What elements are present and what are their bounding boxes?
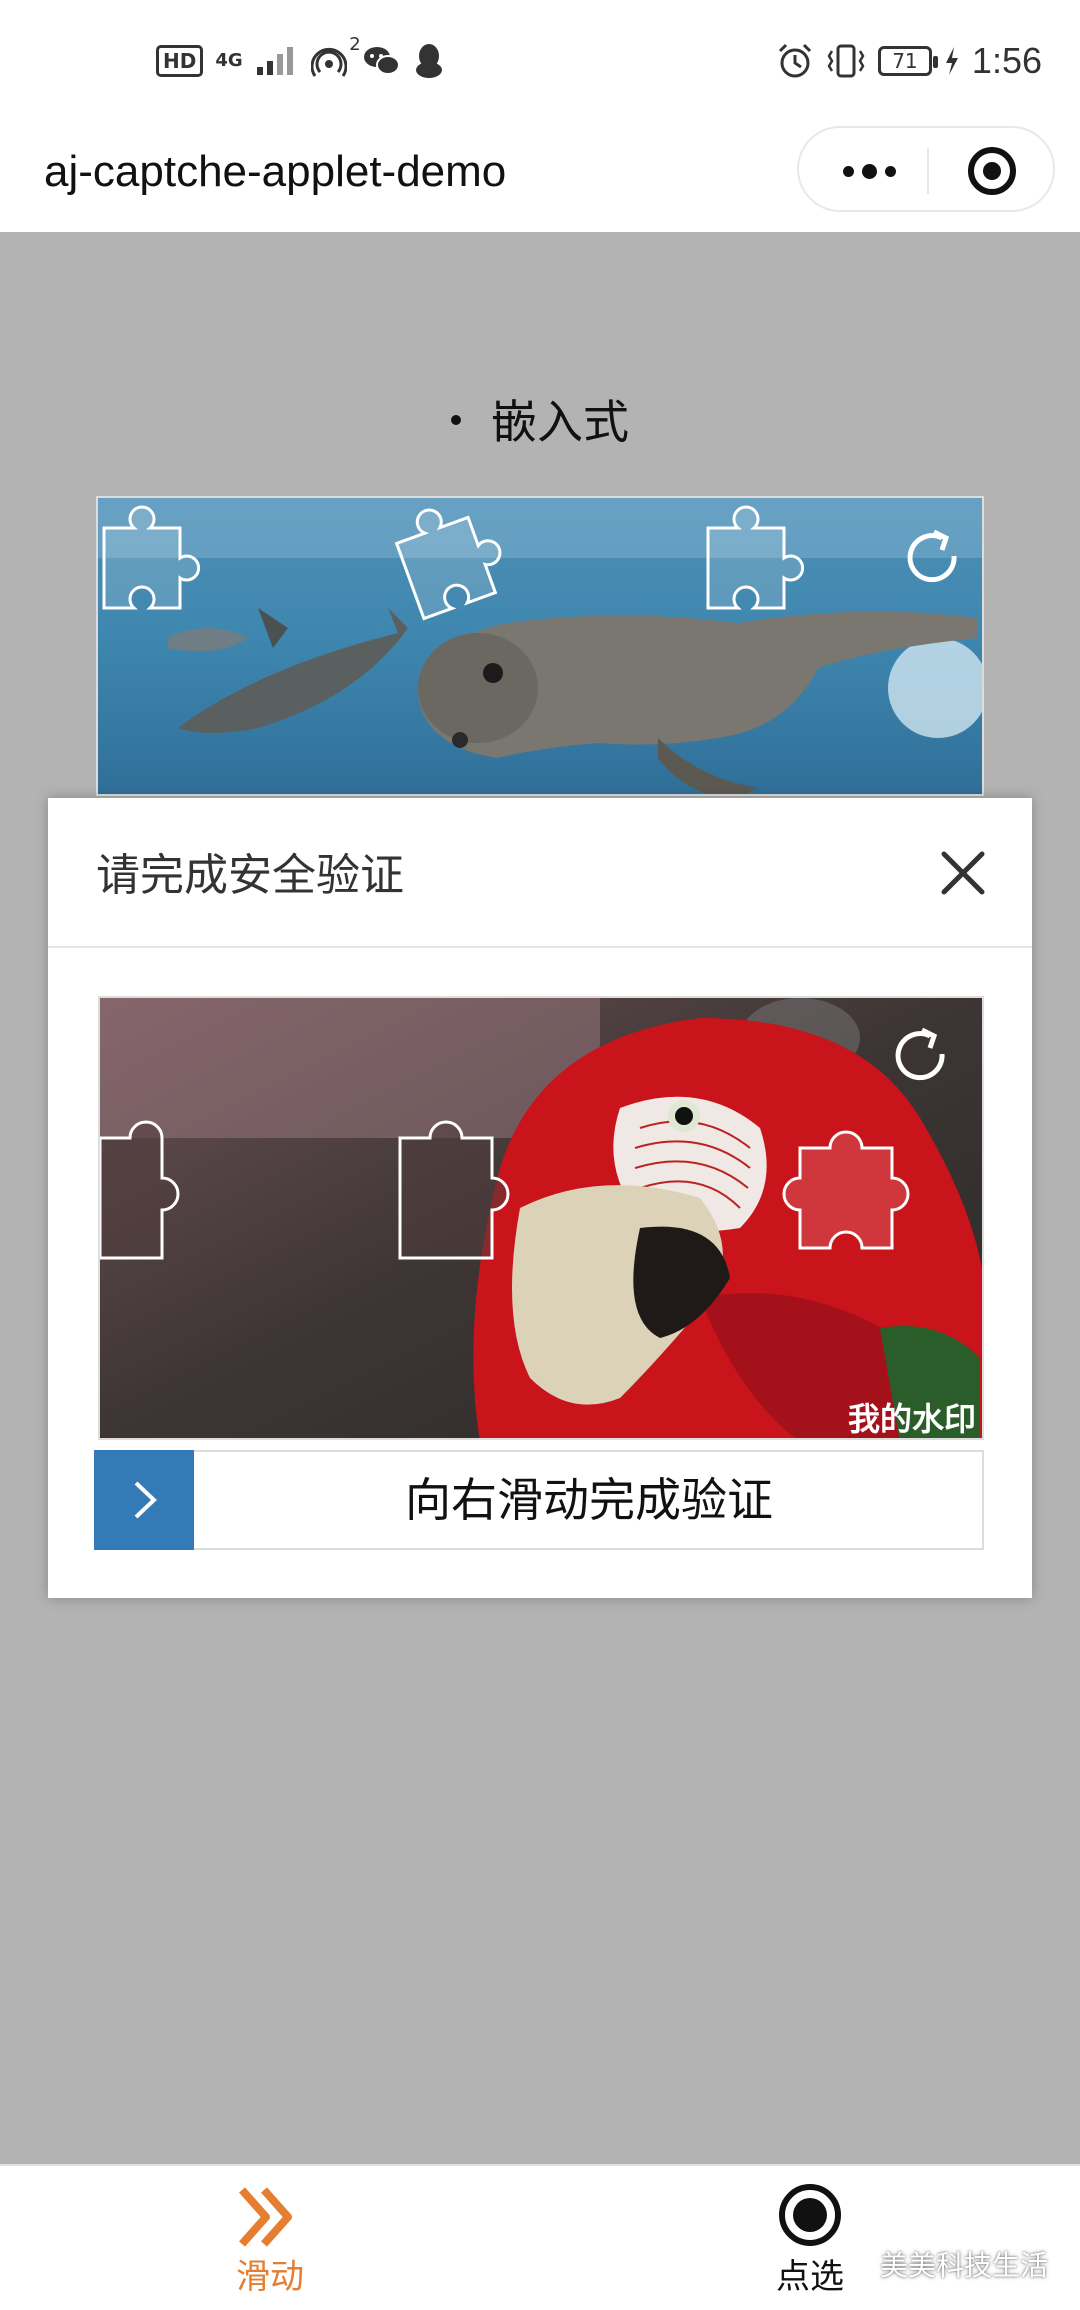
app-title: aj-captche-applet-demo [44,147,507,196]
modal-title: 请完成安全验证 [96,850,404,901]
wechat-icon [363,47,400,75]
captcha-image: 我的水印 [98,996,984,1440]
hotspot-icon: 2 [310,34,361,78]
clock: 1:56 [971,40,1042,81]
hotspot-badge: 2 [349,34,361,55]
status-right: 71 1:56 [776,38,1042,84]
page-content: 嵌入式 请完成安全验证 我的水印 向右滑动完成验证 [0,232,1080,2164]
section-heading: 嵌入式 [0,392,1080,452]
double-chevron-right-icon [239,2187,292,2247]
more-button[interactable] [829,148,909,194]
signal-icon [256,47,293,75]
mini-program-capsule [797,126,1055,212]
sea-lion-photo [98,498,982,794]
parrot-photo: 我的水印 [100,998,982,1438]
bullet-dot [451,414,461,425]
section-heading-text: 嵌入式 [491,395,629,449]
more-dot-icon [842,165,854,177]
bottom-tab-bar: 滑动 点选 [0,2164,1080,2310]
slider-track: 向右滑动完成验证 [94,1450,984,1550]
exit-mini-program-button[interactable] [965,144,1019,198]
target-circle-icon [779,2184,841,2246]
qq-icon [415,44,442,78]
more-dot-icon [884,165,896,177]
tab-slide[interactable]: 滑动 [170,2166,370,2310]
overlay-watermark-text: 美美科技生活 [880,2249,1049,2282]
network-type: 4G [215,50,243,71]
slider-handle[interactable] [94,1450,194,1550]
overlay-watermark: 美美科技生活 [840,2244,1048,2284]
modal-header: 请完成安全验证 [48,798,1032,948]
close-icon[interactable] [938,848,988,898]
wechat-official-icon [840,2251,873,2275]
chevron-right-icon [134,1481,157,1519]
slider-hint: 向右滑动完成验证 [405,1473,773,1527]
status-bar: HD 4G 2 71 1:56 [0,0,1080,120]
captcha-watermark: 我的水印 [848,1400,976,1438]
tab-slide-label: 滑动 [236,2257,304,2297]
capsule-divider [927,148,929,194]
battery-icon: 71 [877,46,938,76]
charging-icon [945,47,958,75]
status-left: HD 4G 2 [156,34,445,84]
embedded-captcha-image[interactable] [96,496,984,796]
verification-modal: 请完成安全验证 我的水印 向右滑动完成验证 [48,798,1032,1598]
more-dot-icon [861,163,877,179]
alarm-icon [778,43,811,78]
tab-click-select[interactable]: 点选 [710,2166,910,2310]
hd-badge: HD [156,45,204,77]
title-bar: aj-captche-applet-demo [0,120,1080,232]
vibrate-icon [827,44,865,78]
